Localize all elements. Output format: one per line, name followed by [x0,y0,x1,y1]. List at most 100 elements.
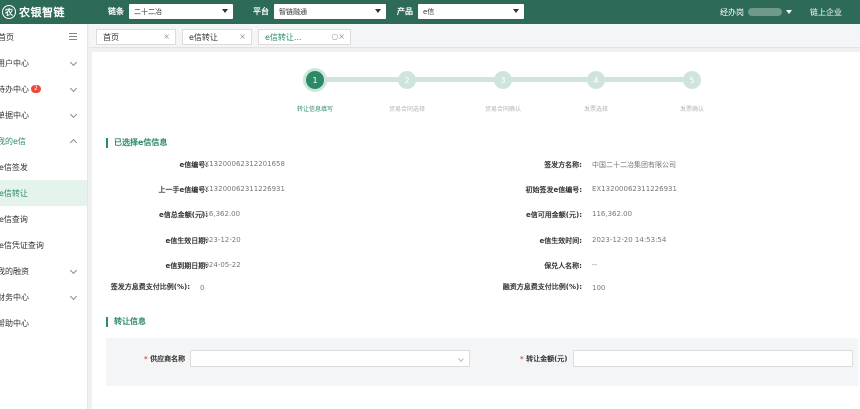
sidebar-item-label: 我的融资 [0,266,29,276]
company-label[interactable]: 链上企业 [810,7,842,18]
field-issuer-name-label: 签发方名称: [544,161,582,169]
top-bar: 农 农银智链 链条 二十二冶 平台 智链融通 产品 e信 经办岗 链上企业 [0,0,860,24]
field-financer-fee-ratio-label: 融资方息费支付比例(%): [502,283,582,291]
step-3-label: 贸易合同确认 [484,106,521,113]
tab-label: e信转让 [189,32,218,42]
field-effective-date-value: 2023-12-20 [200,236,241,244]
step-5-label: 发票确认 [679,106,704,113]
user-role: 经办岗 [720,7,744,17]
field-total-amount-label: e信总金额(元): [159,211,208,219]
transfer-amount-label: * 转让金额(元) [520,354,568,364]
sidebar-item-user-center[interactable]: 用户中心 [0,50,87,76]
caret-down-icon [222,9,228,13]
chevron-down-icon [458,356,464,362]
sidebar-item-my-exin[interactable]: 我的e信 [0,128,87,154]
sidebar-item-label: e信查询 [0,214,28,224]
field-available-amount-value: 116,362.00 [592,210,633,218]
field-total-amount-value: 116,362.00 [200,210,241,218]
sidebar-item-label: 首页 [0,32,14,42]
sidebar: 首页 用户中心 待办中心 2 单据中心 我的e信 e信签发 e信转让 e信查询 … [0,24,88,409]
required-mark: * [144,355,148,363]
field-prev-exin-no-label: 上一手e信编号: [158,186,208,194]
sidebar-item-label: 单据中心 [0,110,29,120]
brand-name: 农银智链 [19,6,65,19]
field-guarantor-name-value: -- [592,261,598,269]
sidebar-item-label: e信凭证查询 [0,240,44,250]
tab-home[interactable]: 首页 × [96,29,176,45]
step-3-circle: 3 [494,71,512,89]
required-mark: * [520,355,524,363]
supplier-name-select[interactable] [190,350,470,367]
field-maturity-date-value: 2024-05-22 [200,261,241,269]
filter-product-label: 产品 [397,7,413,16]
brand[interactable]: 农 农银智链 [0,0,98,24]
chevron-down-icon [69,58,78,67]
step-2-label: 贸易合同选择 [388,106,425,113]
caret-down-icon [375,9,381,13]
field-issuer-fee-ratio-value: 0 [200,284,205,292]
close-icon[interactable]: × [239,32,246,41]
field-initial-exin-no-value: EX13200062311226931 [592,185,677,193]
step-4-label: 发票选择 [583,106,608,113]
chevron-down-icon [69,292,78,301]
tab-exin-transfer-detail[interactable]: e信转让... ○× [258,29,351,45]
sidebar-item-exin-issue[interactable]: e信签发 [0,154,87,180]
step-4-circle: 4 [587,71,605,89]
transfer-amount-label-text: 转让金额(元) [526,355,568,363]
field-exin-no-label: e信编号: [179,161,208,169]
step-1-label: 转让信息填写 [296,106,333,113]
refresh-close-icon[interactable]: ○× [331,32,345,41]
user-menu-caret-icon[interactable] [786,10,792,14]
main-content: 1 2 3 4 5 转让信息填写 贸易合同选择 贸易合同确认 发票选择 发票确认… [92,52,860,409]
sidebar-item-label: 我的e信 [0,136,26,146]
field-initial-exin-no-label: 初始签发e信编号: [525,186,582,194]
product-select[interactable]: e信 [418,4,524,19]
sidebar-item-documents[interactable]: 单据中心 [0,102,87,128]
sidebar-item-finance-center[interactable]: 财务中心 [0,284,87,310]
step-1-circle: 1 [306,71,324,89]
chevron-down-icon [69,266,78,275]
tab-label: e信转让... [265,32,302,42]
chain-select[interactable]: 二十二冶 [129,4,233,19]
menu-icon[interactable] [69,33,77,40]
field-effective-date-label: e信生效日期: [165,237,208,245]
filter-platform: 平台 智链融通 [253,3,386,20]
sidebar-item-exin-query[interactable]: e信查询 [0,206,87,232]
supplier-name-label-text: 供应商名称 [150,355,186,363]
sidebar-item-exin-transfer[interactable]: e信转让 [0,180,87,206]
step-5-circle: 5 [683,71,701,89]
sidebar-item-label: e信签发 [0,162,28,172]
user-name-redacted [748,8,782,16]
sidebar-item-label: 用户中心 [0,58,29,68]
tab-label: 首页 [103,32,119,42]
field-maturity-date-label: e信到期日期: [165,262,208,270]
sidebar-item-label: 帮助中心 [0,318,29,328]
field-exin-no-value: EX13200062312201658 [200,160,285,168]
user-area[interactable]: 经办岗 链上企业 [720,4,842,20]
field-effective-time-value: 2023-12-20 14:53:54 [592,236,667,244]
supplier-name-label: * 供应商名称 [144,354,185,364]
sidebar-item-exin-voucher-query[interactable]: e信凭证查询 [0,232,87,258]
sidebar-item-todo-center[interactable]: 待办中心 2 [0,76,87,102]
sidebar-item-my-financing[interactable]: 我的融资 [0,258,87,284]
field-available-amount-label: e信可用金额(元): [526,211,582,219]
platform-select[interactable]: 智链融通 [274,4,386,19]
field-guarantor-name-label: 保兑人名称: [544,262,582,270]
field-issuer-fee-ratio-label: 签发方息费支付比例(%): [110,283,190,291]
platform-select-value: 智链融通 [279,7,307,16]
chevron-down-icon [69,84,78,93]
transfer-section-title: 转让信息 [106,317,146,327]
sidebar-item-help-center[interactable]: 帮助中心 [0,310,87,336]
filter-product: 产品 e信 [397,3,524,20]
caret-down-icon [513,9,519,13]
brand-logo-icon: 农 [2,5,16,19]
sidebar-item-home[interactable]: 首页 [0,24,87,50]
close-icon[interactable]: × [163,32,170,41]
filter-chain-label: 链条 [108,7,124,16]
field-effective-time-label: e信生效时间: [539,237,582,245]
transfer-amount-input[interactable] [573,350,853,367]
field-prev-exin-no-value: EX13200062311226931 [200,185,285,193]
chevron-down-icon [69,110,78,119]
filter-chain: 链条 二十二冶 [108,3,233,20]
tab-exin-transfer[interactable]: e信转让 × [182,29,252,45]
